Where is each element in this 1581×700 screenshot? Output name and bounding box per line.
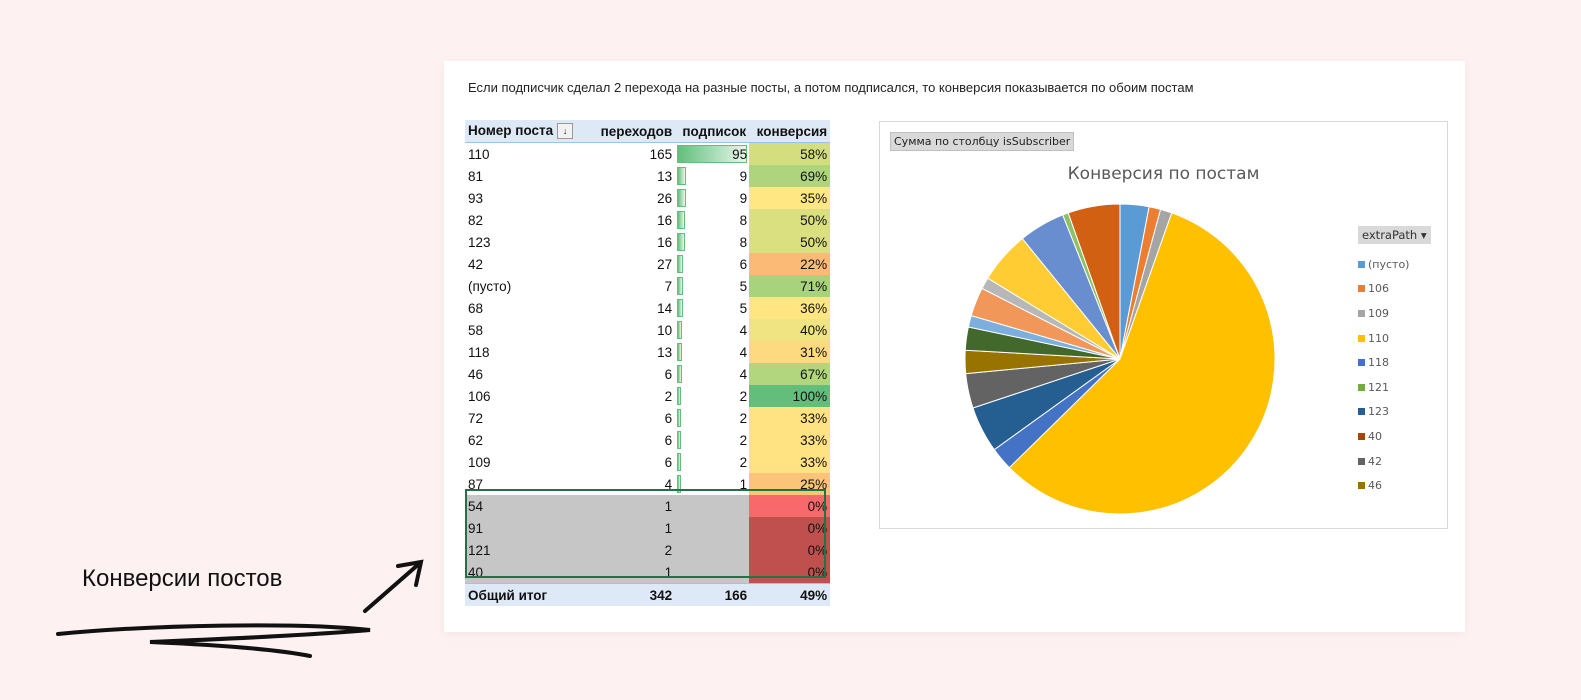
handwritten-arrow-icon — [56, 559, 424, 658]
